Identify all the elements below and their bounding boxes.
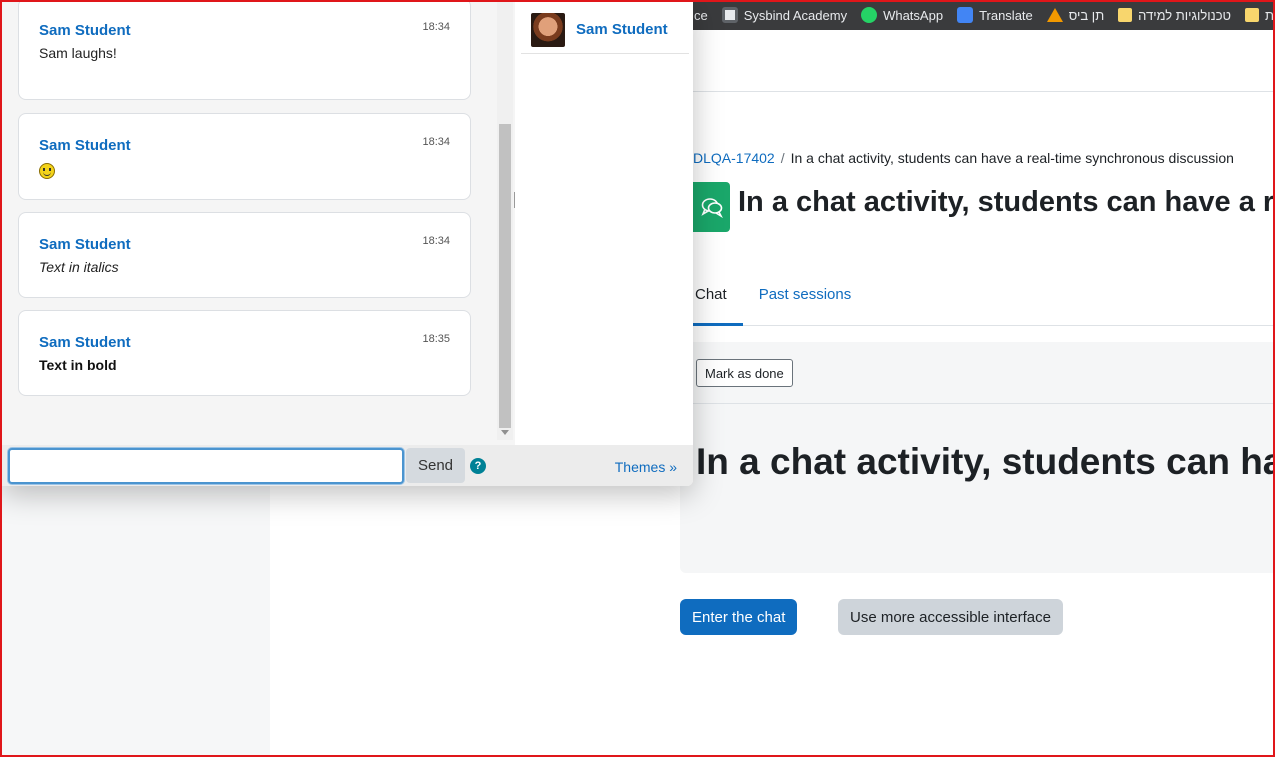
page-title: In a chat activity, students can have a …: [738, 186, 1275, 218]
message-text: Text in bold: [39, 357, 117, 373]
themes-link[interactable]: Themes »: [615, 459, 677, 475]
folder-icon: [1245, 8, 1260, 22]
whatsapp-icon: [861, 7, 878, 23]
breadcrumb-current: In a chat activity, students can have a …: [790, 150, 1234, 166]
bookmark-folder-partial[interactable]: ת: [1245, 8, 1274, 23]
message-time: 18:35: [422, 333, 450, 345]
avatar: [531, 12, 565, 47]
enter-chat-button[interactable]: Enter the chat: [680, 599, 798, 635]
chat-input-bar: Send ? Themes »: [2, 445, 693, 486]
bookmarks-bar: ce Sysbind Academy WhatsApp Translate תן…: [690, 0, 1275, 30]
bookmark-label: טכנולוגיות למידה: [1138, 7, 1232, 23]
message-time: 18:34: [422, 136, 450, 148]
send-button[interactable]: Send: [406, 448, 465, 483]
bookmark-label: תן ביס: [1068, 7, 1105, 23]
breadcrumb-course-link[interactable]: DLQA-17402: [693, 150, 775, 166]
translate-icon: [957, 7, 974, 23]
messages-pane[interactable]: Sam Student 18:34 Sam laughs! Sam Studen…: [2, 0, 497, 440]
chat-popup-window: Sam Student 18:34 Sam laughs! Sam Studen…: [2, 0, 693, 486]
message-time: 18:34: [422, 235, 450, 247]
course-drawer-background: [2, 486, 270, 755]
sysbind-icon: [721, 7, 738, 23]
message-author[interactable]: Sam Student: [39, 334, 131, 351]
activity-heading: In a chat activity, students can have a …: [696, 441, 1275, 482]
message-time: 18:34: [422, 21, 450, 33]
message-text: Sam laughs!: [39, 45, 117, 61]
chat-message-input[interactable]: [8, 448, 404, 484]
bookmark-label: ת: [1265, 7, 1275, 23]
activity-tabs: Chat Past sessions: [693, 276, 1273, 326]
bookmark-whatsapp[interactable]: WhatsApp: [861, 7, 943, 23]
scrollbar-thumb[interactable]: [499, 124, 511, 428]
mark-as-done-button[interactable]: Mark as done: [696, 359, 793, 387]
message-author[interactable]: Sam Student: [39, 22, 131, 39]
user-list-item[interactable]: Sam Student: [521, 6, 689, 54]
users-list: Sam Student: [515, 0, 693, 445]
message-card: Sam Student 18:34: [18, 113, 471, 200]
bookmark-sysbind[interactable]: Sysbind Academy: [721, 7, 848, 23]
bookmark-partial[interactable]: ce: [694, 8, 708, 23]
message-card: Sam Student 18:35 Text in bold: [18, 310, 471, 396]
folder-icon: [1118, 8, 1133, 22]
bookmark-label: ce: [694, 7, 708, 23]
help-icon[interactable]: ?: [470, 458, 486, 474]
messages-scrollbar[interactable]: [497, 0, 513, 440]
message-text: Text in italics: [39, 259, 119, 275]
bookmark-label: WhatsApp: [883, 7, 944, 23]
activity-divider: [680, 403, 1273, 404]
breadcrumb: DLQA-17402 / In a chat activity, students …: [693, 150, 1234, 166]
message-text: [39, 163, 55, 182]
message-author[interactable]: Sam Student: [39, 137, 131, 154]
bookmark-translate[interactable]: Translate: [957, 7, 1033, 23]
accessible-interface-button[interactable]: Use more accessible interface: [838, 599, 1063, 635]
tab-past-sessions[interactable]: Past sessions: [743, 276, 868, 326]
tab-chat[interactable]: Chat: [693, 276, 743, 326]
header-divider: [693, 91, 1273, 92]
smiley-emoticon-icon: [39, 163, 55, 179]
bookmark-label: Sysbind Academy: [743, 7, 848, 23]
bookmark-tenbis[interactable]: תן ביס: [1046, 7, 1105, 23]
scroll-down-arrow-icon[interactable]: [501, 430, 509, 435]
tenbis-icon: [1046, 8, 1063, 22]
breadcrumb-separator: /: [780, 150, 785, 166]
message-card: Sam Student 18:34 Text in italics: [18, 212, 471, 298]
bookmark-label: Translate: [979, 7, 1033, 23]
message-card: Sam Student 18:34 Sam laughs!: [18, 0, 471, 100]
user-name[interactable]: Sam Student: [576, 21, 668, 38]
chat-bubbles-icon: [700, 198, 723, 218]
chat-activity-icon: [693, 182, 730, 232]
message-author[interactable]: Sam Student: [39, 236, 131, 253]
bookmark-learning-tech[interactable]: טכנולוגיות למידה: [1118, 8, 1231, 23]
